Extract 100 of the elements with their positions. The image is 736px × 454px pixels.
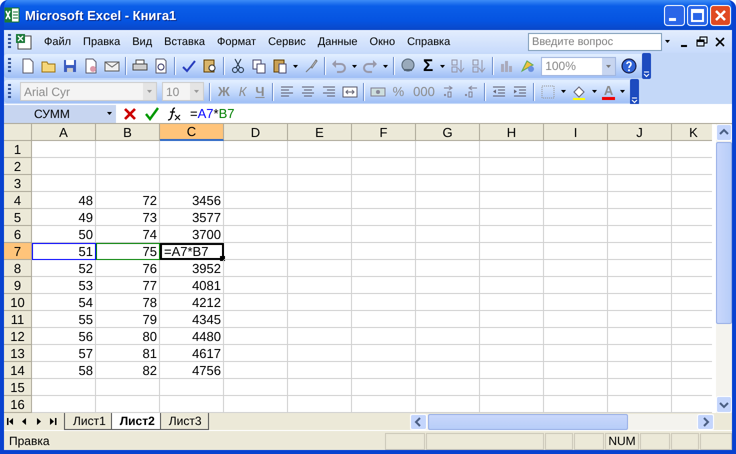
- table-cell[interactable]: 48: [32, 192, 96, 209]
- table-cell[interactable]: 81: [96, 345, 160, 362]
- redo-icon[interactable]: [362, 58, 378, 74]
- column-header[interactable]: A: [32, 124, 96, 141]
- table-cell[interactable]: [224, 243, 288, 260]
- table-cell[interactable]: 51: [32, 243, 96, 260]
- table-cell[interactable]: [480, 277, 544, 294]
- table-cell[interactable]: 52: [32, 260, 96, 277]
- table-cell[interactable]: 82: [96, 362, 160, 379]
- table-cell[interactable]: [224, 209, 288, 226]
- table-cell[interactable]: [544, 362, 608, 379]
- menu-item[interactable]: Файл: [38, 36, 78, 48]
- restore-icon[interactable]: [696, 36, 708, 48]
- table-cell[interactable]: [352, 158, 416, 175]
- table-cell[interactable]: [416, 379, 480, 396]
- cancel-icon[interactable]: [122, 106, 138, 122]
- dropdown-arrow-icon[interactable]: [440, 64, 446, 68]
- table-cell[interactable]: [480, 192, 544, 209]
- table-cell[interactable]: 75: [96, 243, 160, 260]
- print-preview-icon[interactable]: [153, 58, 169, 74]
- table-cell[interactable]: 78: [96, 294, 160, 311]
- table-cell[interactable]: [544, 294, 608, 311]
- scroll-left-icon[interactable]: [410, 414, 427, 430]
- table-cell[interactable]: [544, 311, 608, 328]
- table-cell[interactable]: 55: [32, 311, 96, 328]
- table-cell[interactable]: 49: [32, 209, 96, 226]
- menu-item[interactable]: Вставка: [158, 36, 212, 48]
- table-cell[interactable]: [416, 362, 480, 379]
- table-cell[interactable]: [352, 260, 416, 277]
- table-cell[interactable]: [416, 226, 480, 243]
- column-header[interactable]: K: [672, 124, 712, 141]
- table-cell[interactable]: [288, 192, 352, 209]
- scissors-icon[interactable]: [230, 58, 246, 74]
- dropdown-arrow-icon[interactable]: [383, 64, 388, 68]
- table-cell[interactable]: [288, 141, 352, 158]
- vertical-scrollbar[interactable]: [716, 124, 732, 413]
- table-cell[interactable]: [608, 311, 672, 328]
- table-cell[interactable]: [352, 345, 416, 362]
- menu-item[interactable]: Данные: [312, 36, 364, 48]
- table-cell[interactable]: [608, 158, 672, 175]
- table-cell[interactable]: [544, 243, 608, 260]
- scroll-thumb[interactable]: [428, 414, 628, 430]
- maximize-icon[interactable]: [687, 4, 708, 26]
- table-cell[interactable]: 53: [32, 277, 96, 294]
- table-cell[interactable]: [288, 328, 352, 345]
- table-cell[interactable]: [608, 209, 672, 226]
- table-cell[interactable]: [32, 141, 96, 158]
- autosum-button[interactable]: Σ: [421, 56, 436, 76]
- sort-descending-icon[interactable]: [471, 58, 488, 74]
- table-cell[interactable]: 4081: [160, 277, 224, 294]
- table-cell[interactable]: [288, 226, 352, 243]
- table-cell[interactable]: [480, 379, 544, 396]
- column-header[interactable]: C: [160, 124, 224, 141]
- table-cell[interactable]: [288, 277, 352, 294]
- table-cell[interactable]: 4212: [160, 294, 224, 311]
- menu-item[interactable]: Формат: [211, 36, 262, 48]
- save-icon[interactable]: [62, 58, 78, 74]
- sheet-tab[interactable]: Лист3: [160, 413, 209, 430]
- research-icon[interactable]: [202, 58, 218, 74]
- table-cell[interactable]: [416, 277, 480, 294]
- horizontal-scrollbar[interactable]: [410, 414, 714, 430]
- dropdown-arrow-icon[interactable]: [665, 40, 670, 43]
- table-cell[interactable]: [544, 345, 608, 362]
- table-cell[interactable]: [544, 175, 608, 192]
- row-header[interactable]: 12: [4, 328, 32, 345]
- table-cell[interactable]: 79: [96, 311, 160, 328]
- table-cell[interactable]: 57: [32, 345, 96, 362]
- paste-icon[interactable]: [272, 58, 288, 74]
- help-icon[interactable]: [621, 58, 638, 74]
- row-header[interactable]: 9: [4, 277, 32, 294]
- column-header[interactable]: G: [416, 124, 480, 141]
- table-cell[interactable]: [352, 328, 416, 345]
- table-cell[interactable]: [416, 260, 480, 277]
- table-cell[interactable]: [96, 175, 160, 192]
- table-cell[interactable]: [224, 192, 288, 209]
- table-cell[interactable]: [480, 226, 544, 243]
- table-cell[interactable]: [480, 175, 544, 192]
- brush-icon[interactable]: [303, 58, 319, 74]
- menu-item[interactable]: Правка: [77, 36, 126, 48]
- table-cell[interactable]: 80: [96, 328, 160, 345]
- table-cell[interactable]: =A7*B7: [160, 243, 224, 260]
- table-cell[interactable]: [160, 175, 224, 192]
- table-cell[interactable]: [608, 328, 672, 345]
- sort-ascending-icon[interactable]: [450, 58, 466, 74]
- table-cell[interactable]: [288, 294, 352, 311]
- name-box[interactable]: СУММ: [4, 104, 116, 122]
- enter-checkmark-icon[interactable]: [144, 106, 160, 122]
- table-cell[interactable]: 4345: [160, 311, 224, 328]
- formula-field[interactable]: =A7*B7: [188, 106, 732, 121]
- row-header[interactable]: 7: [4, 243, 32, 260]
- scroll-up-icon[interactable]: [716, 124, 732, 141]
- table-cell[interactable]: [96, 158, 160, 175]
- table-cell[interactable]: [480, 362, 544, 379]
- table-cell[interactable]: [608, 175, 672, 192]
- copy-icon[interactable]: [251, 58, 267, 74]
- menu-item[interactable]: Справка: [401, 36, 456, 48]
- table-cell[interactable]: [352, 362, 416, 379]
- table-cell[interactable]: [416, 243, 480, 260]
- select-all-corner[interactable]: [4, 124, 32, 141]
- table-cell[interactable]: [544, 192, 608, 209]
